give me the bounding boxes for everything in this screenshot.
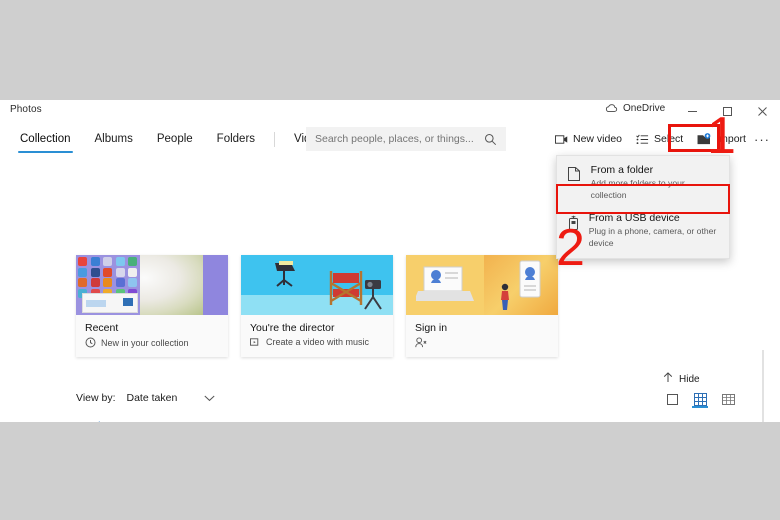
- card-recent-subtitle: New in your collection: [101, 337, 189, 348]
- tab-collection-label: Collection: [20, 133, 71, 145]
- letterbox-top: [0, 0, 780, 100]
- card-recent-subtitle-row: New in your collection: [85, 337, 219, 348]
- view-mode-switcher: [665, 390, 735, 408]
- card-signin-meta: Sign in: [406, 315, 558, 357]
- month-heading[interactable]: October 2021: [76, 420, 140, 422]
- card-recent[interactable]: Recent New in your collection: [76, 255, 228, 357]
- onedrive-label: OneDrive: [623, 103, 666, 114]
- search-input[interactable]: Search people, places, or things...: [306, 127, 506, 151]
- card-director-subtitle-row: Create a video with music: [250, 337, 384, 347]
- card-director-thumbnail: [241, 255, 393, 315]
- highlight-box-usb-device: [556, 184, 730, 214]
- photos-app-window: Photos OneDrive Collection Albums People…: [0, 100, 780, 422]
- search-icon: [484, 133, 506, 146]
- new-video-button[interactable]: New video: [548, 126, 629, 152]
- chevron-down-icon[interactable]: [204, 395, 215, 402]
- card-recent-meta: Recent New in your collection: [76, 315, 228, 357]
- tab-albums-label: Albums: [94, 133, 133, 145]
- person-add-icon: [415, 337, 427, 348]
- close-icon[interactable]: [745, 100, 780, 122]
- suggestion-cards: Recent New in your collection You're the…: [76, 255, 558, 357]
- view-by-label: View by:: [76, 392, 116, 404]
- cloud-icon: [604, 103, 618, 114]
- vertical-scrollbar[interactable]: [762, 350, 764, 422]
- video-camera-icon: [555, 134, 568, 145]
- tab-collection[interactable]: Collection: [8, 122, 83, 156]
- view-mode-select-icon[interactable]: [665, 390, 679, 408]
- tab-folders-label: Folders: [216, 133, 256, 145]
- card-director[interactable]: You're the director Create a video with …: [241, 255, 393, 357]
- card-recent-title: Recent: [85, 322, 119, 334]
- card-director-title: You're the director: [250, 322, 335, 334]
- hide-label: Hide: [679, 373, 700, 385]
- view-mode-list-icon[interactable]: [721, 390, 735, 408]
- minimize-icon[interactable]: [675, 100, 710, 122]
- arrow-up-icon: [663, 370, 673, 388]
- view-by-value: Date taken: [126, 392, 178, 404]
- menu-item-from-usb-device-subtitle: Plug in a phone, camera, or other device: [588, 226, 717, 248]
- title-bar: Photos OneDrive: [0, 100, 780, 122]
- tab-separator: [274, 131, 276, 147]
- video-icon: [250, 337, 261, 347]
- folder-icon: [567, 164, 582, 181]
- tab-folders[interactable]: Folders: [205, 122, 267, 156]
- app-title: Photos: [10, 104, 42, 115]
- annotation-step-two: 2: [556, 219, 585, 277]
- hide-button[interactable]: Hide: [663, 370, 700, 388]
- card-recent-thumbnail: [76, 255, 228, 315]
- letterbox-bottom: [0, 422, 780, 520]
- card-signin-thumbnail: [406, 255, 558, 315]
- tab-people[interactable]: People: [145, 122, 205, 156]
- card-signin-title: Sign in: [415, 322, 448, 334]
- card-director-subtitle: Create a video with music: [266, 337, 370, 347]
- new-video-label: New video: [573, 133, 623, 145]
- search-placeholder: Search people, places, or things...: [315, 133, 474, 145]
- view-by-control[interactable]: View by: Date taken: [76, 392, 215, 404]
- card-signin-subtitle-row: [415, 337, 549, 348]
- navigation-row: Collection Albums People Folders Video E…: [0, 122, 780, 156]
- tab-albums[interactable]: Albums: [83, 122, 145, 156]
- more-options-icon[interactable]: ···: [754, 132, 770, 147]
- screenshot-stage: Photos OneDrive Collection Albums People…: [0, 0, 780, 520]
- view-mode-grid-icon[interactable]: [692, 390, 708, 408]
- card-signin[interactable]: Sign in: [406, 255, 558, 357]
- card-director-meta: You're the director Create a video with …: [241, 315, 393, 356]
- select-list-icon: [636, 134, 649, 145]
- clock-icon: [85, 337, 96, 348]
- tab-people-label: People: [156, 133, 193, 145]
- annotation-step-one: 1: [707, 107, 736, 165]
- onedrive-status[interactable]: OneDrive: [604, 103, 665, 114]
- menu-item-from-folder-title: From a folder: [590, 164, 654, 176]
